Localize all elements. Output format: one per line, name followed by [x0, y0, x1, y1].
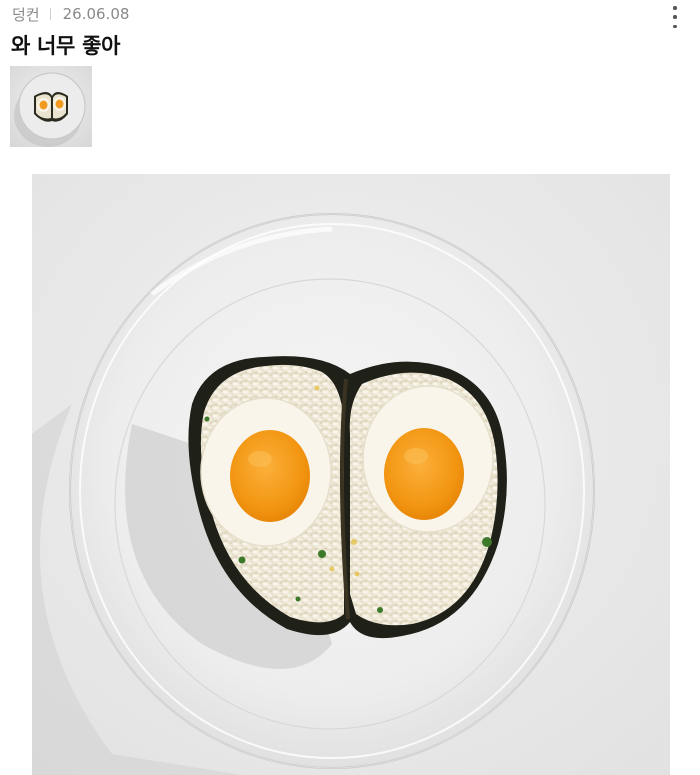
- post-meta: 덩컨 26.06.08: [12, 4, 129, 24]
- more-vertical-icon-dot: [673, 24, 677, 28]
- post-title: 와 너무 좋아: [11, 34, 121, 58]
- post-date: 26.06.08: [62, 5, 130, 23]
- more-vertical-icon: [673, 6, 677, 10]
- author-name[interactable]: 덩컨: [12, 4, 40, 25]
- meta-divider: [49, 8, 51, 20]
- image-thumbnail[interactable]: [10, 66, 92, 147]
- post-photo[interactable]: [32, 174, 670, 775]
- kimbap-bowl-image: [32, 174, 670, 775]
- more-vertical-icon-dot: [673, 15, 677, 19]
- more-options-button[interactable]: [668, 6, 682, 28]
- thumbnail-image: [10, 66, 92, 147]
